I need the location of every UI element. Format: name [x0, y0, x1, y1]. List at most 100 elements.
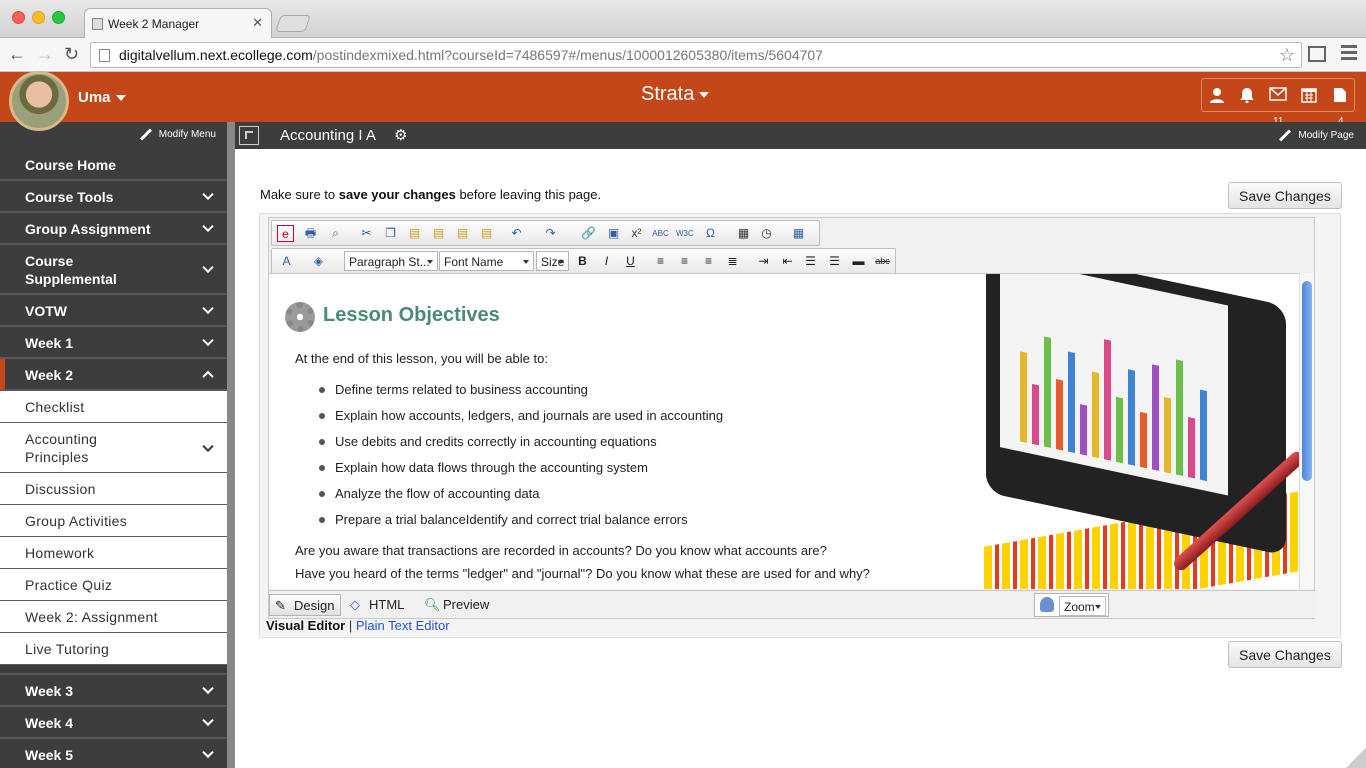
horizontal-rule-icon[interactable]: ▬ — [850, 253, 867, 270]
document-icon[interactable] — [1331, 87, 1349, 105]
italic-icon[interactable]: I — [598, 253, 615, 270]
chevron-down-icon[interactable] — [202, 682, 214, 695]
browser-tab[interactable]: Week 2 Manager ✕ — [84, 8, 272, 38]
sidebar-item-accounting-principles[interactable]: Accounting Principles — [0, 423, 230, 473]
expand-icon[interactable] — [239, 126, 259, 145]
redo-icon[interactable]: ↷ — [542, 225, 559, 242]
sidebar-item-live-tutoring[interactable]: Live Tutoring — [0, 633, 230, 665]
undo-icon[interactable]: ↶ — [508, 225, 525, 242]
indent-icon[interactable]: ⇥ — [755, 253, 772, 270]
image-icon[interactable]: ▣ — [605, 225, 622, 242]
editor-scrollbar[interactable] — [1299, 273, 1314, 589]
sidebar-item-discussion[interactable]: Discussion — [0, 473, 230, 505]
sidebar-item-week-5[interactable]: Week 5 — [0, 739, 230, 768]
bold-icon[interactable]: B — [574, 253, 591, 270]
sidebar-item-week-4[interactable]: Week 4 — [0, 707, 230, 739]
find-icon[interactable]: ⌕ — [327, 225, 344, 242]
paragraph-style-dropdown[interactable]: Paragraph St... — [344, 251, 438, 271]
design-mode-button[interactable]: ✎ Design — [269, 594, 342, 616]
window-resize-handle[interactable] — [1346, 748, 1366, 768]
superscript-icon[interactable]: x² — [628, 225, 645, 242]
editor-scroll-thumb[interactable] — [1302, 281, 1312, 481]
save-changes-button-bottom[interactable]: Save Changes — [1228, 641, 1342, 668]
sidebar-item-course-home[interactable]: Course Home — [0, 149, 230, 181]
clock-icon[interactable]: ◷ — [758, 225, 775, 242]
window-minimize-button[interactable] — [32, 11, 45, 24]
mail-icon[interactable] — [1269, 87, 1287, 105]
outdent-icon[interactable]: ⇤ — [779, 253, 796, 270]
justify-icon[interactable]: ≣ — [724, 253, 741, 270]
sidebar-item-course-tools[interactable]: Course Tools — [0, 181, 230, 213]
chevron-down-icon[interactable] — [202, 714, 214, 727]
chevron-up-icon[interactable] — [202, 370, 214, 383]
sidebar-item-week-2[interactable]: Week 2 — [0, 359, 230, 391]
save-changes-button-top[interactable]: Save Changes — [1228, 182, 1342, 209]
sidebar-item-week-2-assignment[interactable]: Week 2: Assignment — [0, 601, 230, 633]
modify-page-button[interactable]: Modify Page — [1278, 129, 1354, 142]
sidebar-item-group-activities[interactable]: Group Activities — [0, 505, 230, 537]
address-bar[interactable]: digitalvellum.next.ecollege.com/postinde… — [90, 42, 1302, 68]
user-icon[interactable] — [1208, 87, 1226, 105]
window-close-button[interactable] — [12, 11, 25, 24]
chevron-down-icon[interactable] — [202, 334, 214, 347]
paste-word-icon[interactable]: ▤ — [454, 225, 471, 242]
preview-mode-button[interactable]: 🔍︎ Preview — [419, 594, 495, 616]
reload-icon[interactable]: ↻ — [64, 44, 79, 65]
strikethrough-icon[interactable]: abc — [874, 253, 891, 270]
abc-check-icon[interactable]: ABC — [652, 225, 669, 242]
user-menu[interactable]: Uma — [78, 89, 126, 106]
tab-close-icon[interactable]: ✕ — [252, 15, 263, 31]
chevron-down-icon[interactable] — [202, 440, 214, 452]
bookmark-star-icon[interactable]: ☆ — [1279, 45, 1295, 66]
sidebar-item-homework[interactable]: Homework — [0, 537, 230, 569]
calendar-icon[interactable] — [1300, 87, 1318, 105]
avatar[interactable] — [9, 71, 69, 131]
forward-arrow-icon[interactable]: → — [36, 44, 54, 65]
html-mode-button[interactable]: ◇ HTML — [345, 594, 410, 616]
sidebar-item-practice-quiz[interactable]: Practice Quiz — [0, 569, 230, 601]
back-arrow-icon[interactable]: ← — [8, 44, 26, 65]
bullet-list-icon[interactable]: ☰ — [826, 253, 843, 270]
sidebar-item-checklist[interactable]: Checklist — [0, 391, 230, 423]
zoom-dropdown[interactable]: Zoom — [1059, 596, 1106, 616]
chevron-down-icon[interactable] — [202, 220, 214, 233]
chevron-down-icon[interactable] — [202, 746, 214, 759]
editor-document[interactable]: Lesson Objectives At the end of this les… — [269, 273, 1299, 589]
table-icon[interactable]: ▦ — [790, 225, 807, 242]
paste-html-icon[interactable]: ▤ — [478, 225, 495, 242]
paste-icon[interactable]: ▤ — [406, 225, 423, 242]
paste-text-icon[interactable]: ▤ — [430, 225, 447, 242]
bell-icon[interactable] — [1238, 87, 1256, 105]
font-size-dropdown[interactable]: Size — [536, 251, 569, 271]
new-tab-button[interactable] — [275, 15, 311, 32]
highlight-icon[interactable]: ◈ — [310, 253, 327, 270]
brand-menu[interactable]: Strata — [641, 83, 710, 106]
cut-icon[interactable]: ✂ — [358, 225, 375, 242]
copy-icon[interactable]: ❐ — [382, 225, 399, 242]
cast-icon[interactable] — [1308, 46, 1326, 62]
align-right-icon[interactable]: ≡ — [700, 253, 717, 270]
symbol-omega-icon[interactable]: Ω — [702, 225, 719, 242]
gear-icon[interactable]: ⚙ — [394, 126, 407, 144]
link-icon[interactable]: 🔗 — [580, 225, 597, 242]
align-center-icon[interactable]: ≡ — [676, 253, 693, 270]
underline-icon[interactable]: U — [622, 253, 639, 270]
align-left-icon[interactable]: ≡ — [652, 253, 669, 270]
browser-menu-icon[interactable] — [1341, 45, 1357, 63]
sidebar-item-group-assignment[interactable]: Group Assignment — [0, 213, 230, 245]
chevron-down-icon[interactable] — [202, 261, 214, 274]
font-name-dropdown[interactable]: Font Name — [439, 251, 534, 271]
sidebar-item-course-supplemental[interactable]: Course Supplemental — [0, 245, 230, 295]
w3c-check-icon[interactable]: W3C — [676, 225, 694, 242]
print-icon[interactable]: 🖶 — [302, 225, 319, 242]
sidebar-item-week-1[interactable]: Week 1 — [0, 327, 230, 359]
window-maximize-button[interactable] — [52, 11, 65, 24]
sidebar-item-votw[interactable]: VOTW — [0, 295, 230, 327]
chevron-down-icon[interactable] — [202, 188, 214, 201]
spellcheck-icon[interactable]: e — [277, 225, 294, 242]
chevron-down-icon[interactable] — [202, 302, 214, 315]
template-icon[interactable]: ▦ — [735, 225, 752, 242]
plain-text-editor-link[interactable]: Plain Text Editor — [356, 618, 450, 633]
sidebar-item-week-3[interactable]: Week 3 — [0, 675, 230, 707]
font-color-icon[interactable]: A — [278, 253, 295, 270]
